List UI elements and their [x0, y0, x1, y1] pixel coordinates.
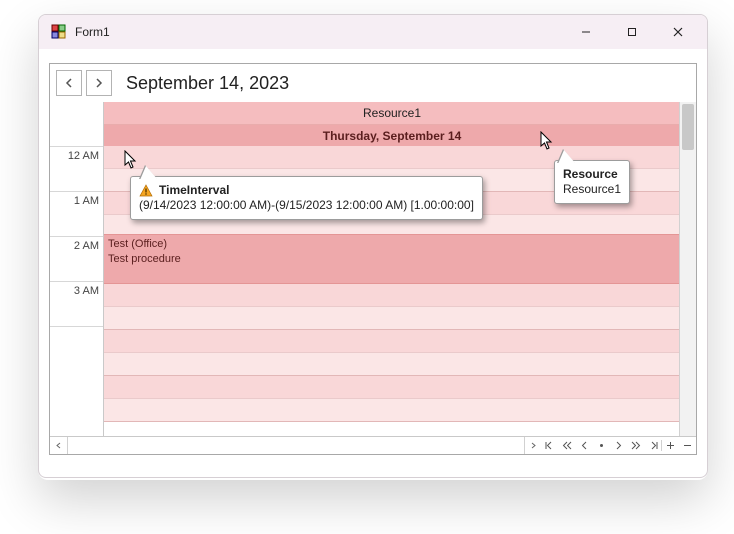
close-button[interactable] [655, 17, 701, 47]
scheduler-header: September 14, 2023 [50, 64, 696, 102]
day-column[interactable]: Resource1 Thursday, September 14 Test (O… [104, 102, 680, 437]
nav-next-page-button[interactable] [627, 437, 644, 454]
time-label: 12 AM [50, 150, 99, 162]
window-title: Form1 [75, 25, 110, 39]
maximize-button[interactable] [609, 17, 655, 47]
nav-prev-page-button[interactable] [559, 437, 576, 454]
tooltip-title: TimeInterval [159, 183, 229, 198]
tooltip-detail: (9/14/2023 12:00:00 AM)-(9/15/2023 12:00… [139, 198, 474, 213]
scrollbar-thumb[interactable] [682, 104, 694, 150]
nav-center-dot[interactable] [593, 437, 610, 454]
vertical-scrollbar[interactable] [679, 102, 696, 437]
nav-next-item-button[interactable] [610, 437, 627, 454]
tooltip-title: Resource [563, 167, 621, 182]
hscroll-left-button[interactable] [50, 437, 68, 454]
date-navigator-bar [50, 436, 696, 454]
time-label: 1 AM [50, 195, 99, 207]
resource-header[interactable]: Resource1 [104, 102, 680, 125]
tooltip-detail: Resource1 [563, 182, 621, 197]
day-header[interactable]: Thursday, September 14 [104, 125, 680, 148]
nav-prev-item-button[interactable] [576, 437, 593, 454]
time-ruler: 12 AM 1 AM 2 AM 3 AM [50, 102, 104, 437]
zoom-in-button[interactable] [662, 437, 679, 454]
time-label: 3 AM [50, 285, 99, 297]
warning-icon [139, 184, 153, 198]
zoom-out-button[interactable] [679, 437, 696, 454]
appointment-desc: Test procedure [108, 252, 676, 267]
hscroll-right-button[interactable] [524, 437, 542, 454]
date-title: September 14, 2023 [126, 73, 289, 94]
resource-tooltip: Resource Resource1 [554, 160, 630, 204]
appointment[interactable]: Test (Office) Test procedure [104, 234, 680, 284]
nav-prev-button[interactable] [56, 70, 82, 96]
scheduler-grid: 12 AM 1 AM 2 AM 3 AM Resource1 Thursday,… [50, 102, 696, 454]
app-icon [49, 22, 69, 42]
nav-next-button[interactable] [86, 70, 112, 96]
scheduler-control: September 14, 2023 12 AM 1 AM 2 AM 3 AM … [49, 63, 697, 455]
app-window: Form1 September 14, 2023 12 AM [38, 14, 708, 478]
time-label: 2 AM [50, 240, 99, 252]
nav-first-button[interactable] [542, 437, 559, 454]
titlebar[interactable]: Form1 [39, 15, 707, 49]
nav-last-button[interactable] [644, 437, 661, 454]
appointment-subject: Test (Office) [108, 237, 676, 252]
timeinterval-tooltip: TimeInterval (9/14/2023 12:00:00 AM)-(9/… [130, 176, 483, 220]
tooltip-tail [140, 166, 158, 180]
tooltip-tail [558, 150, 576, 164]
minimize-button[interactable] [563, 17, 609, 47]
